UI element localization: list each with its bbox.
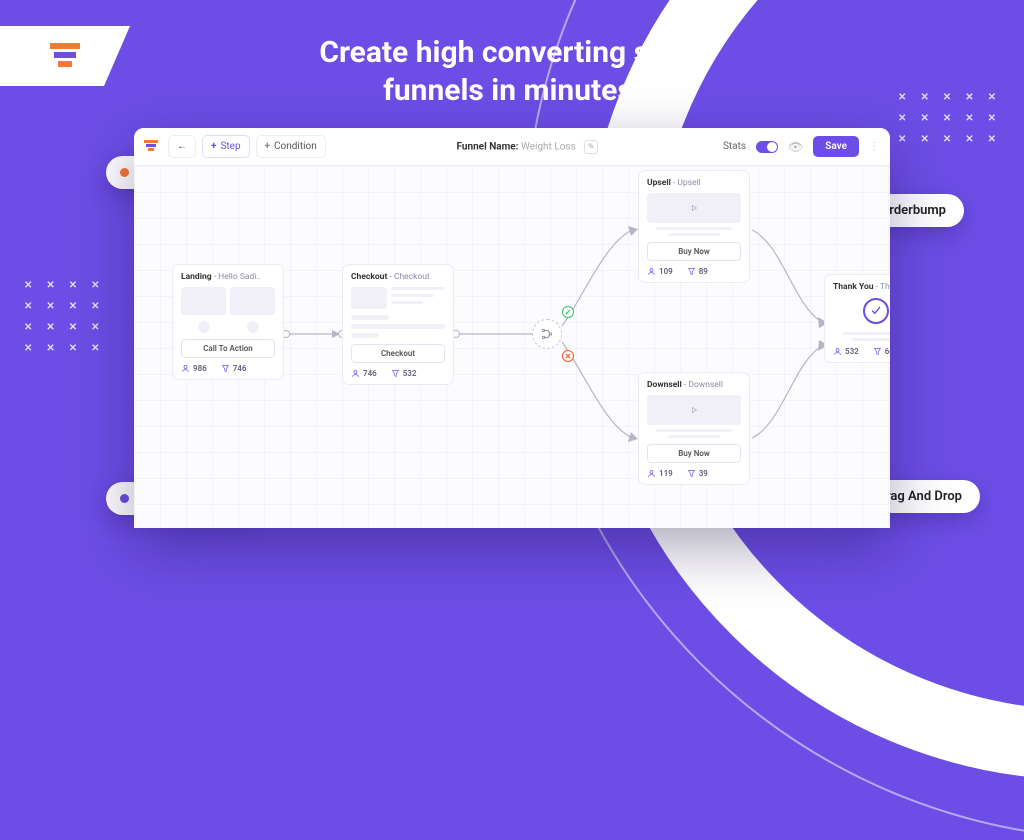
stat-conversions: 39 bbox=[687, 469, 708, 478]
card-upsell[interactable]: Upsell - Upsell Buy Now 109 89 bbox=[638, 170, 750, 283]
card-cta: Buy Now bbox=[647, 444, 741, 463]
card-title: Checkout - Checkout bbox=[351, 272, 445, 282]
stat-visitors: 109 bbox=[647, 267, 673, 276]
plus-icon: + bbox=[265, 141, 270, 152]
decor-crosses-left: ✕✕✕✕ ✕✕✕✕ ✕✕✕✕ ✕✕✕✕ bbox=[24, 280, 100, 354]
card-preview-lines bbox=[647, 227, 741, 236]
stat-conversions: 660 bbox=[873, 347, 890, 356]
funnel-name-display: Funnel Name: Weight Loss ✎ bbox=[332, 140, 723, 154]
condition-split-node[interactable] bbox=[532, 319, 562, 349]
card-thankyou[interactable]: Thank You - Thank You 532 660 bbox=[824, 274, 890, 363]
card-downsell[interactable]: Downsell - Downsell Buy Now 119 39 bbox=[638, 372, 750, 485]
add-step-button[interactable]: + Step bbox=[202, 135, 250, 158]
funnel-canvas[interactable]: ✓ ✕ Landing - Hello Sadi.. Call To Actio… bbox=[134, 166, 890, 528]
card-preview bbox=[351, 287, 445, 338]
card-stats: 109 89 bbox=[647, 267, 741, 276]
stat-visitors: 532 bbox=[833, 347, 859, 356]
funnel-builder-window: ← + Step + Condition Funnel Name: Weight L… bbox=[134, 128, 890, 528]
stat-visitors: 746 bbox=[351, 369, 377, 378]
stats-label: Stats bbox=[723, 141, 746, 152]
more-menu-button[interactable]: ⋮ bbox=[869, 141, 880, 152]
funnel-name-value: Weight Loss bbox=[521, 141, 576, 152]
card-cta: Checkout bbox=[351, 344, 445, 363]
hero-line2: funnels in minutes! bbox=[0, 72, 1024, 110]
condition-no-badge: ✕ bbox=[562, 350, 574, 362]
stat-visitors: 119 bbox=[647, 469, 673, 478]
pill-label: Drag And Drop bbox=[878, 489, 963, 504]
stat-conversions: 746 bbox=[221, 364, 247, 373]
funnel-name-label: Funnel Name: bbox=[456, 141, 518, 152]
card-stats: 746 532 bbox=[351, 369, 445, 378]
card-preview bbox=[647, 193, 741, 223]
card-stats: 532 660 bbox=[833, 347, 890, 356]
card-preview bbox=[647, 395, 741, 425]
pill-label: Orderbump bbox=[880, 203, 946, 218]
card-preview bbox=[181, 287, 275, 333]
plus-icon: + bbox=[211, 141, 216, 152]
save-button[interactable]: Save bbox=[813, 136, 859, 157]
card-preview-lines bbox=[647, 429, 741, 438]
card-preview-lines bbox=[833, 332, 890, 341]
arrow-left-icon: ← bbox=[177, 141, 187, 152]
hero-heading: Create high converting sales funnels in … bbox=[0, 34, 1024, 109]
condition-yes-badge: ✓ bbox=[562, 306, 574, 318]
card-landing[interactable]: Landing - Hello Sadi.. Call To Action 98… bbox=[172, 264, 284, 380]
preview-button[interactable]: 👁 bbox=[788, 140, 803, 154]
back-button[interactable]: ← bbox=[168, 135, 196, 158]
card-title: Thank You - Thank You bbox=[833, 282, 890, 292]
card-stats: 986 746 bbox=[181, 364, 275, 373]
stats-toggle[interactable] bbox=[756, 141, 778, 153]
checkmark-icon bbox=[863, 298, 889, 324]
add-step-label: Step bbox=[220, 141, 240, 152]
card-checkout[interactable]: Checkout - Checkout Checkout 746 532 bbox=[342, 264, 454, 385]
add-condition-label: Condition bbox=[274, 141, 317, 152]
hero-line1: Create high converting sales bbox=[0, 34, 1024, 72]
card-title: Upsell - Upsell bbox=[647, 178, 741, 188]
stat-visitors: 986 bbox=[181, 364, 207, 373]
app-funnel-icon bbox=[144, 140, 158, 154]
card-title: Landing - Hello Sadi.. bbox=[181, 272, 275, 282]
card-stats: 119 39 bbox=[647, 469, 741, 478]
stat-conversions: 532 bbox=[391, 369, 417, 378]
card-cta: Call To Action bbox=[181, 339, 275, 358]
edit-name-button[interactable]: ✎ bbox=[584, 140, 598, 154]
toolbar: ← + Step + Condition Funnel Name: Weight L… bbox=[134, 128, 890, 166]
add-condition-button[interactable]: + Condition bbox=[256, 135, 326, 158]
card-title: Downsell - Downsell bbox=[647, 380, 741, 390]
card-cta: Buy Now bbox=[647, 242, 741, 261]
stat-conversions: 89 bbox=[687, 267, 708, 276]
